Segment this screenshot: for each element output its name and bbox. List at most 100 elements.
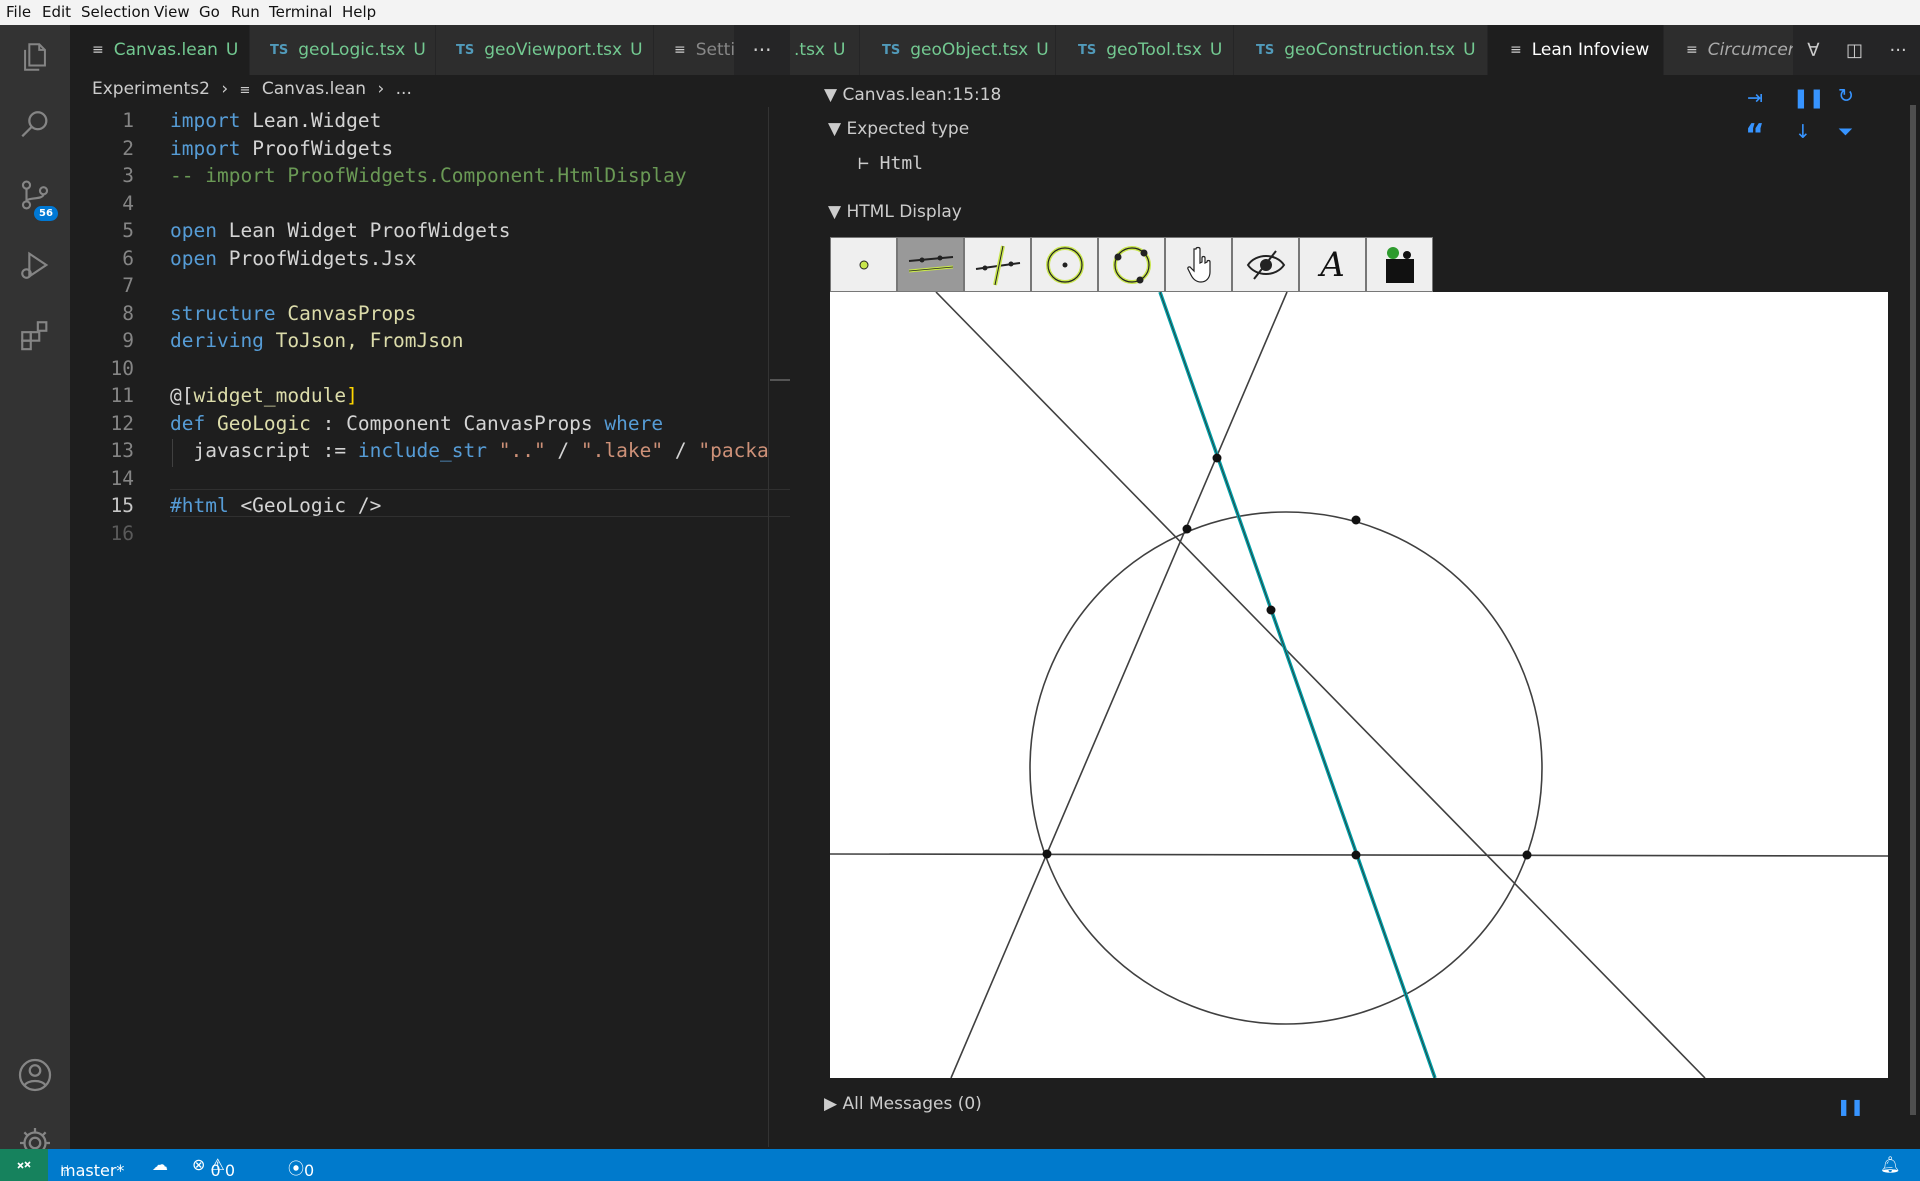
typescript-icon: TS [1078,42,1097,58]
activity-bar: 56 [0,25,70,1158]
account-icon[interactable] [0,1045,70,1105]
tab-modified: U [413,40,426,60]
menu-go[interactable]: Go [199,3,220,21]
html-display-header[interactable]: ▼ HTML Display [828,202,962,222]
point[interactable] [1266,605,1276,615]
parallel-tool-button[interactable] [897,237,964,292]
menu-edit[interactable]: Edit [42,3,71,21]
tab-canvas-lean[interactable]: ≡ Canvas.lean U [70,25,250,75]
menu-run[interactable]: Run [231,3,260,21]
all-messages-header[interactable]: ▶ All Messages (0) [824,1094,982,1114]
source-control-icon[interactable]: 56 [0,165,70,225]
split-editor-icon[interactable]: ◫ [1846,40,1863,61]
extensions-icon[interactable] [0,305,70,365]
ports-status[interactable]: ⦿ 0 [288,1155,314,1180]
hide-tool-button[interactable] [1232,237,1299,292]
menu-terminal[interactable]: Terminal [269,3,332,21]
circumcircle[interactable] [1029,511,1543,1025]
point[interactable] [1351,515,1361,525]
typescript-icon: TS [270,42,289,58]
branch-name: master* [60,1161,125,1180]
tab-label: Circumcen [1707,40,1794,60]
breadcrumb: Experiments2 › ≡ Canvas.lean › ... [92,79,412,99]
pause-messages-icon[interactable]: ❚❚ [1837,1097,1864,1116]
editor-actions: ∀ ◫ ··· [1794,25,1920,75]
menu-file[interactable]: File [6,3,31,21]
pause-icon[interactable]: ❚❚ [1793,87,1825,109]
perpendicular-line-icon [975,245,1020,285]
point[interactable] [1212,453,1222,463]
menu-help[interactable]: Help [342,3,376,21]
left-editor-group: ≡ Canvas.lean U TS geoLogic.tsx U TS geo… [70,25,790,1149]
breadcrumb-file[interactable]: Canvas.lean [262,79,366,99]
pin-icon[interactable]: ⇥ [1747,87,1763,109]
goal-type: ⊢ Html [858,153,924,174]
sync-icon[interactable]: ☁ [152,1155,168,1174]
tab-label: geoTool.tsx [1106,40,1202,60]
parallel-lines-icon [908,255,953,272]
tab-label: Canvas.lean [113,40,218,60]
menu-view[interactable]: View [154,3,190,21]
expected-type-label: Expected type [846,119,970,139]
point-tool-button[interactable] [830,237,897,292]
run-debug-icon[interactable] [0,235,70,295]
tab-modified: U [630,40,643,60]
hand-pointer-icon [1186,246,1211,283]
more-actions-icon[interactable]: ··· [1890,40,1907,61]
search-icon[interactable] [0,95,70,155]
lean-forall-icon[interactable]: ∀ [1807,40,1819,61]
left-tab-bar: ≡ Canvas.lean U TS geoLogic.tsx U TS geo… [70,25,790,75]
point[interactable] [1522,850,1532,860]
move-tool-button[interactable] [1165,237,1232,292]
tab-geologic-tsx[interactable]: TS geoLogic.tsx U [250,25,436,75]
filter-icon[interactable]: ⏷ [1838,121,1853,143]
infoview-location-header[interactable]: ▼ Canvas.lean:15:18 [824,85,1001,105]
arrow-down-icon[interactable]: ↓ [1795,121,1811,143]
geometry-figure[interactable] [829,291,1889,1079]
tab-geotool-tsx[interactable]: TS geoTool.tsx U [1056,25,1234,75]
circle-tool-button[interactable] [1031,237,1098,292]
breadcrumb-folder[interactable]: Experiments2 [92,79,210,99]
point[interactable] [1042,849,1052,859]
tab-lean-infoview[interactable]: ≡ Lean Infoview [1488,25,1664,75]
html-display-label: HTML Display [846,202,962,222]
geometry-canvas[interactable] [829,291,1889,1079]
expected-type-header[interactable]: ▼ Expected type [828,119,969,139]
label-a-icon: A [1320,244,1345,285]
refresh-icon[interactable]: ↻ [1838,85,1854,107]
menu-selection[interactable]: Selection [81,3,150,21]
tab-modified: U [1036,40,1049,60]
code-editor[interactable]: 1 import Lean.Widget 2 import ProofWidgets… [70,107,770,587]
more-actions-icon[interactable]: ··· [734,25,790,75]
scm-badge: 56 [32,204,60,223]
tab-geoobject-tsx[interactable]: TS geoObject.tsx U [860,25,1056,75]
explorer-icon[interactable] [0,27,70,87]
tab-label: geoConstruction.tsx [1284,40,1456,60]
error-count: 0 [210,1161,221,1180]
menu-bar: File Edit Selection View Go Run Terminal… [0,0,1920,25]
line-through-points[interactable] [935,291,1706,1079]
remote-indicator[interactable] [0,1149,48,1181]
remote-icon [17,1161,31,1169]
tab-label: geoViewport.tsx [484,40,623,60]
tab-tsx[interactable]: .tsx U [790,25,860,75]
line-through-points[interactable] [950,291,1288,1079]
quote-icon[interactable]: “ [1745,118,1765,153]
tab-geoviewport-tsx[interactable]: TS geoViewport.tsx U [436,25,654,75]
label-tool-button[interactable]: A [1299,237,1366,292]
tab-geoconstruction-tsx[interactable]: TS geoConstruction.tsx U [1234,25,1488,75]
infoview-location: Canvas.lean:15:18 [842,85,1002,105]
right-editor-group: .tsx U TS geoObject.tsx U TS geoTool.tsx… [790,25,1920,1149]
breadcrumb-rest[interactable]: ... [396,79,412,99]
circumcircle-tool-button[interactable] [1098,237,1165,292]
problems-status[interactable]: ⊗ 0 ⚠ 0 [192,1155,235,1180]
perpendicular-tool-button[interactable] [964,237,1031,292]
puzzle-tool-button[interactable] [1366,237,1433,292]
notifications-bell-icon[interactable]: 🔔︎ [1880,1155,1900,1174]
tab-circumcenter[interactable]: ≡ Circumcen [1664,25,1794,75]
infoview-scrollbar[interactable] [1905,75,1920,1149]
point[interactable] [1351,850,1361,860]
geometry-toolbar: A [830,237,1433,292]
point[interactable] [1182,524,1192,534]
scroll-thumb[interactable] [1910,105,1916,1115]
